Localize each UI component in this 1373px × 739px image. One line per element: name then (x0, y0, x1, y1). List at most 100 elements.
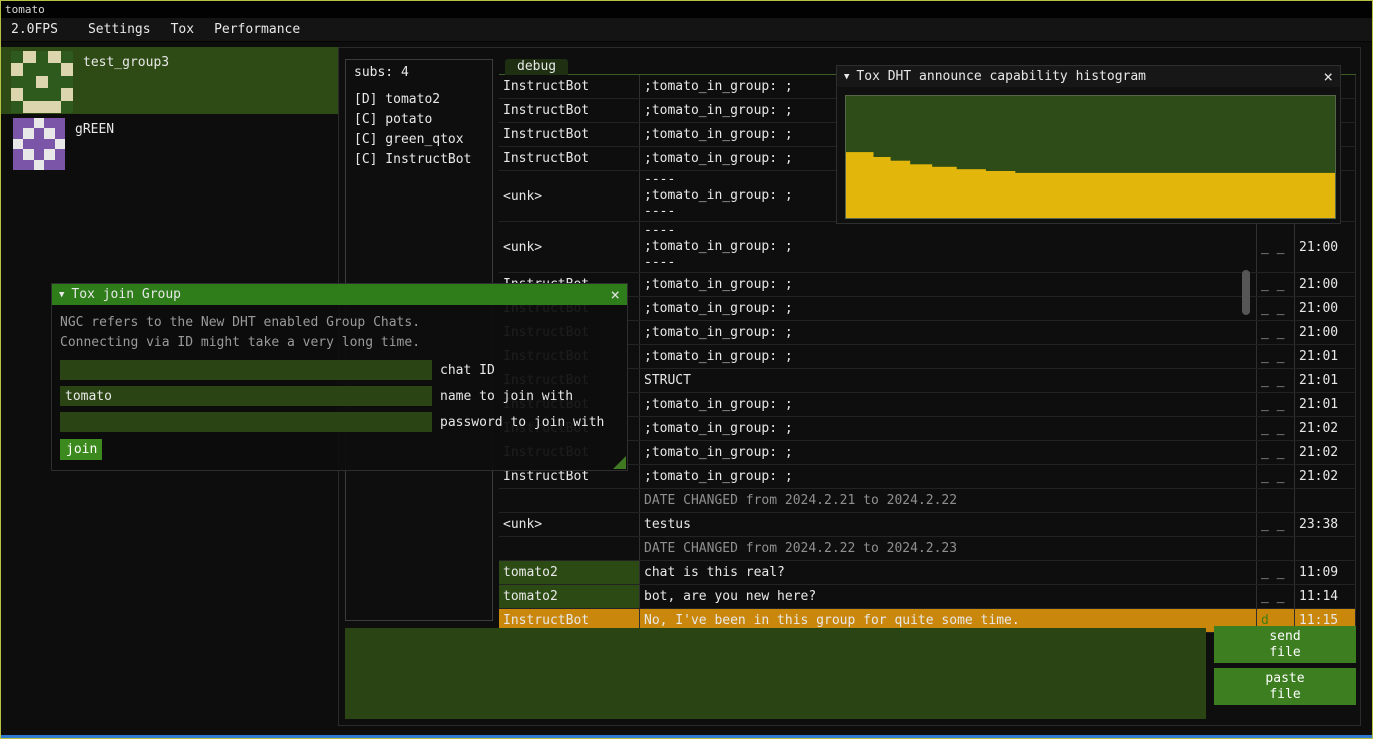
message-sender: tomato2 (499, 585, 639, 608)
message-sender: InstructBot (499, 99, 639, 122)
message-flags: _ _ (1256, 321, 1294, 344)
group-item-green[interactable]: gREEN (1, 114, 338, 180)
message-flags (1256, 537, 1294, 560)
chat-scrollbar[interactable] (1242, 270, 1250, 315)
message-text: testus (639, 513, 1256, 536)
dht-capability-histogram-plot (845, 95, 1336, 219)
message-input[interactable] (345, 628, 1206, 719)
message-flags: _ _ (1256, 222, 1294, 272)
member-item[interactable]: [C] potato (354, 110, 492, 130)
message-flags: _ _ (1256, 273, 1294, 296)
message-flags: _ _ (1256, 513, 1294, 536)
message-text: ;tomato_in_group: ; (639, 297, 1256, 320)
send-file-label-2: file (1269, 645, 1300, 661)
message-time (1294, 489, 1356, 512)
message-text: DATE CHANGED from 2024.2.22 to 2024.2.23 (639, 537, 1256, 560)
message-time: 21:00 (1294, 273, 1356, 296)
member-item[interactable]: [C] InstructBot (354, 150, 492, 170)
message-time: 21:00 (1294, 297, 1356, 320)
paste-file-label-1: paste (1265, 671, 1304, 687)
message-time: 21:02 (1294, 441, 1356, 464)
message-text: bot, are you new here? (639, 585, 1256, 608)
join-name-label: name to join with (440, 389, 573, 404)
subs-count: subs: 4 (354, 65, 492, 80)
message-sender: <unk> (499, 513, 639, 536)
member-item[interactable]: [D] tomato2 (354, 90, 492, 110)
menu-item-tox[interactable]: Tox (161, 19, 204, 40)
message-text: ;tomato_in_group: ; (639, 417, 1256, 440)
message-time: 11:14 (1294, 585, 1356, 608)
message-flags: _ _ (1256, 345, 1294, 368)
join-group-window: ▼ Tox join Group × NGC refers to the New… (51, 283, 628, 471)
message-sender (499, 537, 639, 560)
file-buttons: send file paste file (1214, 626, 1356, 710)
message-sender: InstructBot (499, 75, 639, 98)
message-flags: _ _ (1256, 465, 1294, 488)
message-time: 21:02 (1294, 465, 1356, 488)
bottom-accent-bar (1, 735, 1372, 738)
join-button[interactable]: join (60, 439, 102, 460)
message-text: ;tomato_in_group: ; (639, 393, 1256, 416)
message-text: DATE CHANGED from 2024.2.21 to 2024.2.22 (639, 489, 1256, 512)
message-text: chat is this real? (639, 561, 1256, 584)
message-time: 21:01 (1294, 345, 1356, 368)
chat-row: <unk>testus_ _23:38 (499, 513, 1356, 537)
message-sender: InstructBot (499, 123, 639, 146)
chat-row: <unk>---- ;tomato_in_group: ; ----_ _21:… (499, 222, 1356, 273)
message-sender: <unk> (499, 222, 639, 272)
menu-item-performance[interactable]: Performance (204, 19, 310, 40)
paste-file-label-2: file (1269, 687, 1300, 703)
groups-sidebar: test_group3 gREEN (1, 47, 338, 180)
join-desc-line1: NGC refers to the New DHT enabled Group … (60, 313, 619, 333)
message-time: 21:01 (1294, 393, 1356, 416)
group-name: gREEN (75, 118, 114, 137)
message-flags: _ _ (1256, 297, 1294, 320)
chat-row: DATE CHANGED from 2024.2.21 to 2024.2.22 (499, 489, 1356, 513)
fps-counter: 2.0FPS (1, 19, 68, 40)
paste-file-button[interactable]: paste file (1214, 668, 1356, 705)
message-time (1294, 537, 1356, 560)
histogram-titlebar[interactable]: ▼ Tox DHT announce capability histogram … (837, 66, 1340, 87)
group-item-test_group3[interactable]: test_group3 (1, 47, 338, 114)
join-name-input[interactable] (60, 386, 432, 406)
message-flags: _ _ (1256, 417, 1294, 440)
message-sender: InstructBot (499, 147, 639, 170)
collapse-arrow-icon[interactable]: ▼ (844, 72, 849, 82)
tab-debug[interactable]: debug (505, 59, 568, 75)
message-text: ---- ;tomato_in_group: ; ---- (639, 222, 1256, 272)
chat-id-label: chat ID (440, 363, 495, 378)
join-desc-line2: Connecting via ID might take a very long… (60, 333, 619, 353)
join-password-input[interactable] (60, 412, 432, 432)
chat-row: DATE CHANGED from 2024.2.22 to 2024.2.23 (499, 537, 1356, 561)
member-item[interactable]: [C] green_qtox (354, 130, 492, 150)
message-flags: _ _ (1256, 393, 1294, 416)
histogram-window: ▼ Tox DHT announce capability histogram … (836, 65, 1341, 224)
chat-row: tomato2chat is this real?_ _11:09 (499, 561, 1356, 585)
window-title: tomato (5, 3, 45, 16)
message-text: ;tomato_in_group: ; (639, 321, 1256, 344)
menu-item-settings[interactable]: Settings (78, 19, 161, 40)
message-time: 23:38 (1294, 513, 1356, 536)
histogram-window-title: Tox DHT announce capability histogram (856, 69, 1316, 84)
menu-bar: 2.0FPS Settings Tox Performance (1, 18, 1372, 42)
message-sender: <unk> (499, 171, 639, 221)
message-flags: _ _ (1256, 561, 1294, 584)
message-text: STRUCT (639, 369, 1256, 392)
collapse-arrow-icon[interactable]: ▼ (59, 290, 64, 300)
close-icon[interactable]: × (610, 287, 620, 303)
resize-grip[interactable] (613, 456, 626, 469)
message-time: 21:00 (1294, 321, 1356, 344)
send-file-label-1: send (1269, 629, 1300, 645)
message-time: 11:09 (1294, 561, 1356, 584)
message-flags: _ _ (1256, 441, 1294, 464)
window-titlebar[interactable]: tomato (1, 1, 1372, 18)
join-group-titlebar[interactable]: ▼ Tox join Group × (52, 284, 627, 305)
group-avatar-test_group3-icon (11, 51, 73, 113)
message-flags: _ _ (1256, 585, 1294, 608)
chat-id-input[interactable] (60, 360, 432, 380)
message-text: ;tomato_in_group: ; (639, 441, 1256, 464)
message-text: ;tomato_in_group: ; (639, 465, 1256, 488)
close-icon[interactable]: × (1323, 69, 1333, 85)
message-flags (1256, 489, 1294, 512)
send-file-button[interactable]: send file (1214, 626, 1356, 663)
